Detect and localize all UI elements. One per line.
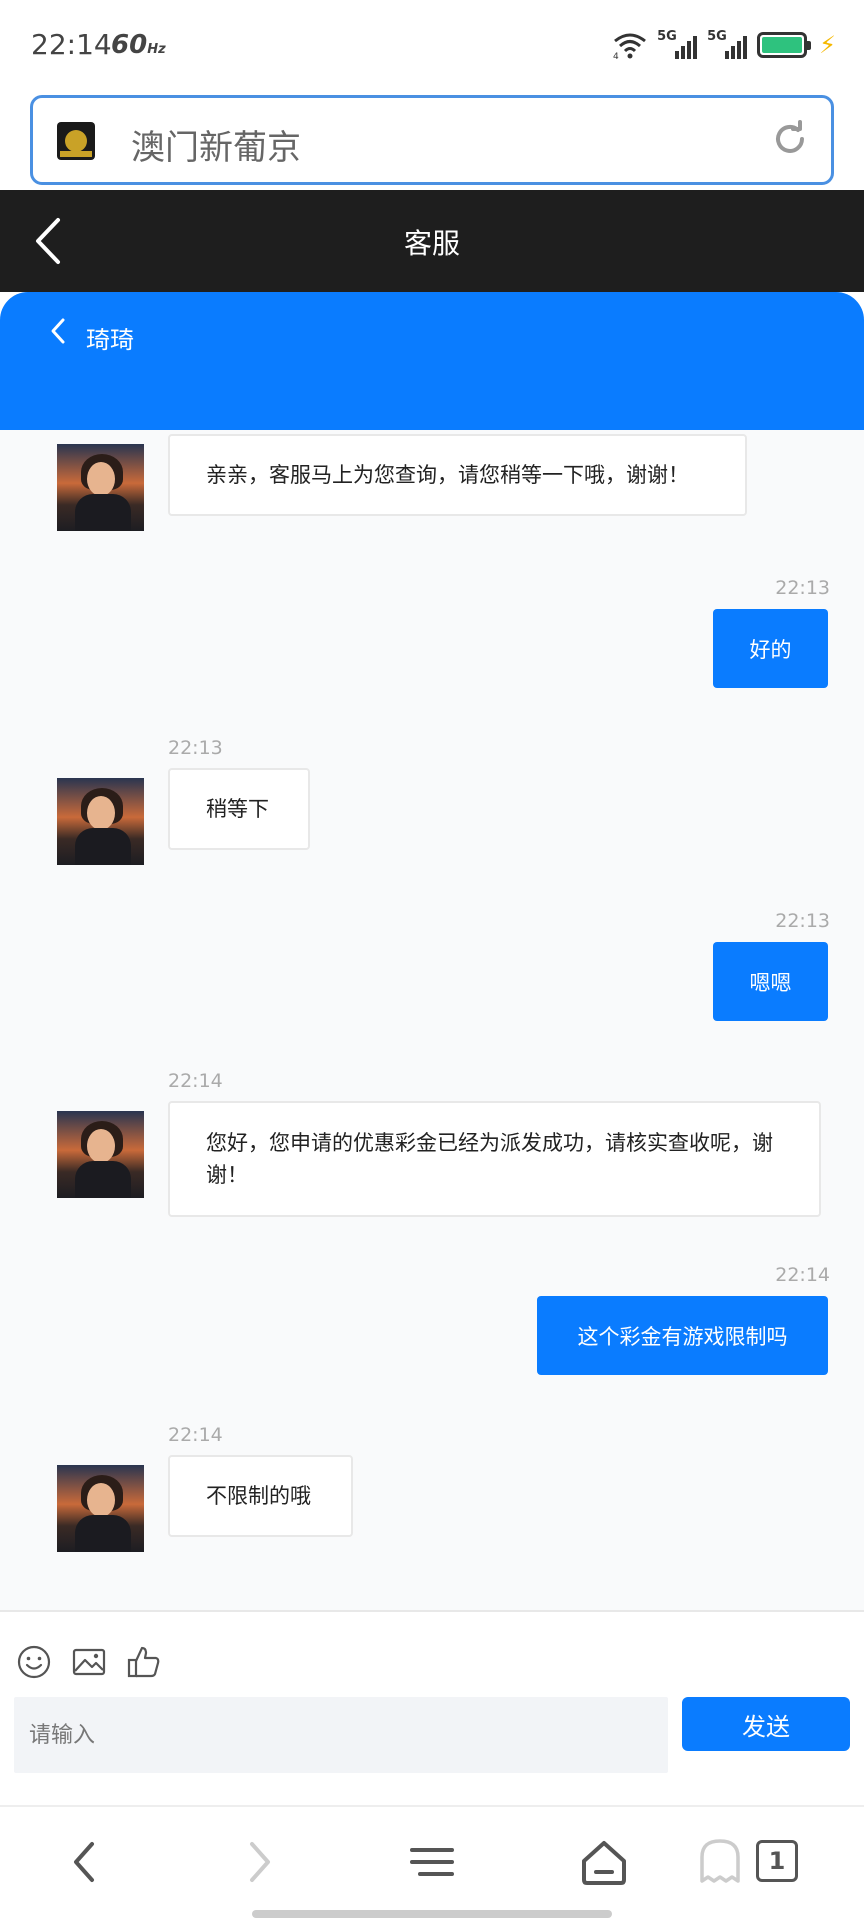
message-bubble: 好的 [713, 609, 828, 688]
page-header: 客服 [0, 190, 864, 292]
thumbs-up-icon[interactable] [126, 1644, 162, 1680]
address-bar[interactable]: 澳门新葡京 [30, 95, 834, 185]
nav-forward-icon[interactable] [234, 1837, 282, 1887]
message-bubble: 您好，您申请的优惠彩金已经为派发成功，请核实查收呢，谢谢！ [168, 1101, 821, 1217]
message-timestamp: 22:14 [775, 1264, 830, 1286]
chat-header: 琦琦 [0, 292, 864, 430]
message-timestamp: 22:13 [168, 737, 223, 759]
wifi-icon: 4 [613, 33, 647, 59]
reload-icon[interactable] [771, 120, 809, 158]
agent-avatar [57, 1111, 144, 1198]
chat-area[interactable]: 亲亲，客服马上为您查询，请您稍等一下哦，谢谢！ 22:13 好的 22:13 稍… [0, 430, 864, 1610]
charging-icon: ⚡ [819, 31, 836, 59]
chat-back-icon[interactable] [48, 316, 68, 346]
status-icons: 4 5G 5G ⚡ [613, 28, 836, 62]
send-button[interactable]: 发送 [682, 1697, 850, 1751]
battery-icon [757, 32, 812, 58]
message-timestamp: 22:14 [168, 1424, 223, 1446]
message-bubble: 稍等下 [168, 768, 310, 850]
site-logo [57, 122, 95, 160]
signal-sim2-icon: 5G [707, 29, 748, 59]
message-bubble: 亲亲，客服马上为您查询，请您稍等一下哦，谢谢！ [168, 434, 747, 516]
tab-count-button[interactable]: 1 [756, 1840, 798, 1882]
agent-avatar [57, 444, 144, 531]
nav-back-icon[interactable] [62, 1837, 110, 1887]
refresh-rate-unit: Hz [147, 42, 166, 57]
message-timestamp: 22:13 [775, 577, 830, 599]
signal-sim1-icon: 5G [657, 29, 698, 59]
message-timestamp: 22:14 [168, 1070, 223, 1092]
refresh-rate-value: 60 [111, 30, 148, 60]
menu-icon[interactable] [408, 1837, 456, 1887]
agent-avatar [57, 778, 144, 865]
status-bar: 22:14 60Hz 4 5G 5G ⚡ [0, 0, 864, 90]
message-input[interactable] [14, 1697, 668, 1773]
site-title[interactable]: 澳门新葡京 [131, 120, 301, 169]
home-indicator[interactable] [252, 1910, 612, 1918]
agent-avatar [57, 1465, 144, 1552]
message-bubble: 不限制的哦 [168, 1455, 353, 1537]
emoji-icon[interactable] [16, 1644, 52, 1680]
sim2-label: 5G [707, 29, 727, 44]
home-icon[interactable] [580, 1837, 628, 1887]
agent-name: 琦琦 [86, 326, 134, 354]
browser-nav-bar: 1 [0, 1805, 864, 1920]
sim1-label: 5G [657, 29, 677, 44]
wifi-subtag: 4 [613, 52, 619, 59]
message-bubble: 嗯嗯 [713, 942, 828, 1021]
message-bubble: 这个彩金有游戏限制吗 [537, 1296, 828, 1375]
chat-input-area: 发送 [0, 1610, 864, 1805]
ghost-incognito-icon[interactable] [696, 1837, 744, 1887]
refresh-rate: 60Hz [111, 30, 166, 60]
page-title: 客服 [403, 227, 460, 260]
battery-fill [762, 37, 803, 53]
message-timestamp: 22:13 [775, 910, 830, 932]
image-icon[interactable] [71, 1644, 107, 1680]
status-time: 22:14 [31, 28, 112, 61]
